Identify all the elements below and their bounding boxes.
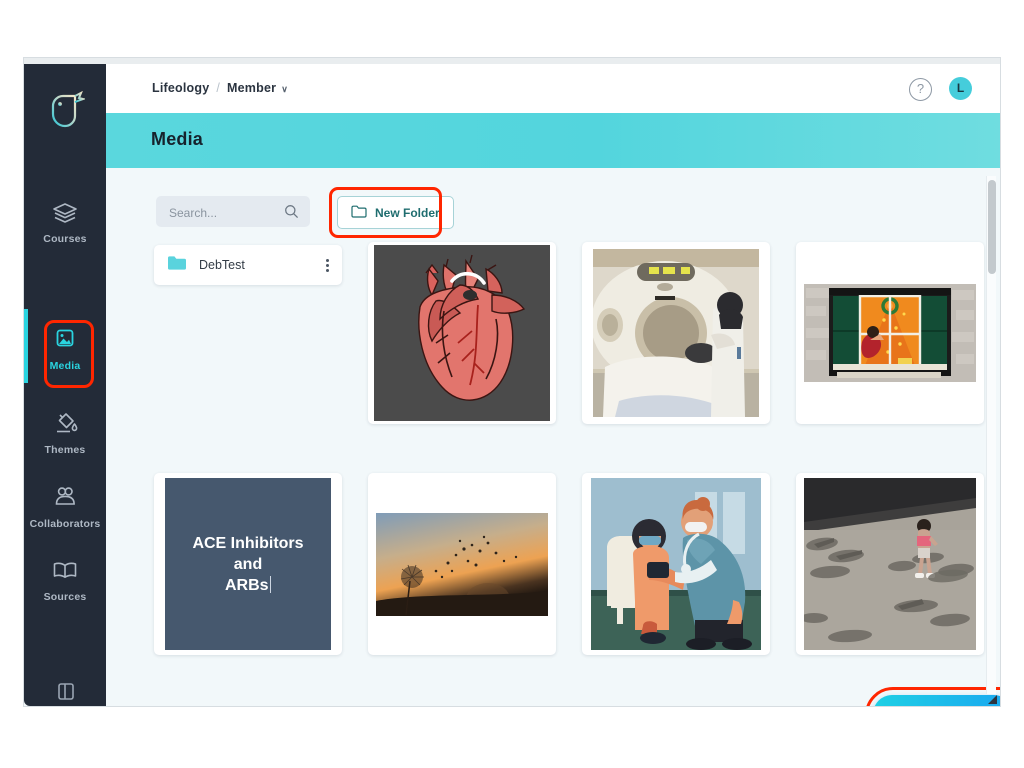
doctor-patient-illustration	[591, 478, 761, 650]
scrollbar-thumb[interactable]	[988, 180, 996, 274]
paint-bucket-icon	[50, 411, 80, 437]
search-input[interactable]	[167, 196, 281, 229]
folder-icon	[351, 205, 367, 221]
new-folder-button[interactable]: New Folder	[337, 196, 454, 229]
breadcrumb-org[interactable]: Lifeology	[152, 81, 209, 95]
media-thumbnail	[582, 473, 770, 655]
media-item[interactable]: ACE Inhibitors and ARBs Screen Shot 2022…	[154, 473, 342, 655]
left-nav-rail: Courses Media	[24, 64, 106, 706]
sidebar-item-label: Sources	[24, 591, 106, 603]
anatomical-heart-illustration	[374, 245, 550, 421]
sidebar-item-themes[interactable]: Themes	[24, 411, 106, 456]
plus-icon	[891, 706, 905, 707]
sidebar-toggle-icon	[50, 692, 80, 706]
media-item[interactable]: dandelion.jpeg	[368, 473, 556, 655]
media-thumbnail	[582, 242, 770, 424]
media-item[interactable]: christmas-g8db8d9e14_1920.jpg	[796, 242, 984, 424]
sidebar-item-label: Collaborators	[24, 518, 106, 530]
media-thumbnail	[796, 473, 984, 655]
sidebar-item-courses[interactable]: Courses	[24, 200, 106, 245]
christmas-window-illustration	[804, 284, 976, 382]
ace-inhibitors-slide: ACE Inhibitors and ARBs	[165, 478, 331, 650]
media-thumbnail	[796, 242, 984, 424]
app-header: Lifeology / Member ∨ ? L	[106, 64, 1000, 114]
avatar[interactable]: L	[949, 77, 972, 100]
screen: Courses Media	[0, 0, 1024, 768]
breadcrumb-separator: /	[216, 81, 220, 95]
help-icon[interactable]: ?	[909, 78, 932, 101]
toggle-sidebar-button[interactable]: TOGGLE SIDEBAR	[24, 679, 106, 706]
sidebar-item-label: Media	[24, 360, 106, 372]
ct-scanner-photo	[593, 249, 759, 417]
sidebar-item-sources[interactable]: Sources	[24, 558, 106, 603]
ace-slide-line1: ACE Inhibitors	[192, 535, 303, 552]
breadcrumb: Lifeology / Member ∨	[152, 81, 288, 95]
sidebar-item-media[interactable]: Media	[24, 327, 106, 372]
search-box[interactable]	[156, 196, 310, 227]
ace-slide-line3: ARBs	[225, 577, 269, 594]
dandelion-sunset-photo	[376, 513, 548, 616]
media-thumbnail	[368, 473, 556, 655]
kebab-menu-icon[interactable]	[326, 257, 329, 274]
new-folder-label: New Folder	[375, 206, 440, 220]
chevron-down-icon[interactable]: ∨	[281, 84, 288, 94]
sidebar-item-label: Courses	[24, 233, 106, 245]
bird-logo-icon	[45, 90, 85, 132]
resize-handle[interactable]	[986, 692, 998, 704]
text-cursor-icon	[270, 576, 272, 593]
media-item[interactable]: pexels-cameron-readius-4220004.jpg	[796, 473, 984, 655]
folder-icon	[167, 255, 187, 276]
breadcrumb-section[interactable]: Member	[227, 81, 276, 95]
media-item[interactable]: doctor-gedb707bd3_1920.png	[582, 473, 770, 655]
media-thumbnail	[368, 242, 556, 424]
people-icon	[50, 485, 80, 511]
page-title: Media	[151, 129, 203, 150]
media-item[interactable]: Screen Shot 2022-07-13 at 4.34.43 P...	[368, 242, 556, 424]
upload-media-button[interactable]: Upload Media	[873, 695, 1000, 706]
ace-slide-line2: and	[234, 556, 262, 573]
folder-name: DebTest	[199, 258, 326, 272]
content-area: New Folder DebTest	[106, 168, 1000, 706]
book-icon	[50, 558, 80, 584]
media-item[interactable]: scan.jpg	[582, 242, 770, 424]
layers-icon	[50, 200, 80, 226]
media-thumbnail: ACE Inhibitors and ARBs	[154, 473, 342, 655]
sidebar-item-label: Themes	[24, 444, 106, 456]
page-title-band: Media	[106, 113, 1000, 168]
app-window: Courses Media	[24, 58, 1000, 706]
sidebar-item-collaborators[interactable]: Collaborators	[24, 485, 106, 530]
image-icon	[50, 327, 80, 353]
search-icon[interactable]	[284, 204, 299, 219]
folder-item[interactable]: DebTest	[154, 245, 342, 285]
street-shadows-photo	[804, 478, 976, 650]
